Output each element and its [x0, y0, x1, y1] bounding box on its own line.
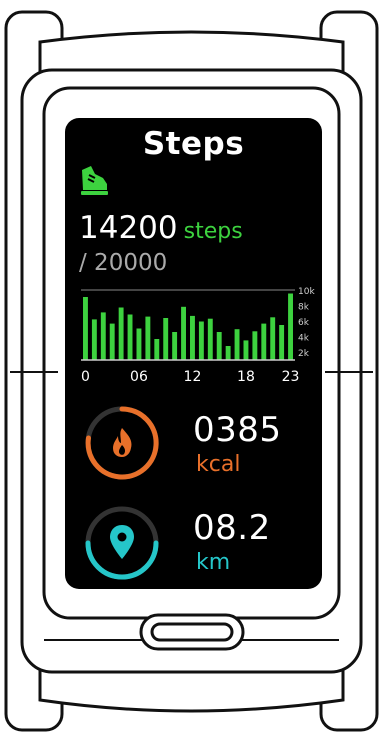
location-pin-icon	[110, 525, 134, 559]
chart-bar	[225, 346, 231, 360]
chart-bar	[127, 314, 133, 360]
chart-bar	[163, 318, 169, 360]
page-title: Steps	[142, 126, 245, 162]
distance-ring	[85, 506, 159, 580]
chart-bar	[252, 331, 258, 360]
chart-bar	[100, 312, 106, 360]
chart-bar	[181, 306, 186, 360]
calories-value: 0385	[193, 410, 282, 450]
distance-unit: km	[196, 550, 231, 575]
chart-bar	[198, 321, 204, 360]
flame-icon	[113, 428, 132, 457]
chart-xtick-label: 18	[237, 369, 255, 385]
distance-value: 08.2	[193, 508, 271, 548]
steps-unit: steps	[183, 219, 243, 244]
chart-ytick-label: 2k	[298, 349, 310, 359]
chart-bar	[216, 332, 222, 360]
chart-bar	[154, 339, 160, 360]
chart-bar	[136, 328, 142, 360]
chart-bar	[279, 325, 285, 360]
chart-bar	[270, 317, 276, 360]
chart-xtick-label: 06	[130, 369, 148, 385]
steps-count: 14200 steps	[79, 210, 243, 246]
chart-bar	[234, 329, 240, 360]
steps-goal: / 20000	[79, 250, 168, 276]
calories-unit: kcal	[196, 452, 241, 477]
chart-bar	[172, 332, 178, 360]
chart-xtick-label: 12	[184, 369, 202, 385]
home-button[interactable]	[138, 612, 246, 652]
chart-ytick-label: 6k	[298, 318, 310, 328]
chart-bar	[207, 318, 213, 360]
steps-value: 14200	[79, 210, 178, 246]
chart-bar	[145, 316, 151, 360]
watch-screen: Steps 14200 steps / 20000 10k 8k 6k 4k 2k 0 06 1…	[65, 118, 322, 589]
chart-ytick-label: 8k	[298, 303, 310, 313]
chart-xtick-label: 0	[81, 369, 90, 385]
shoe-icon	[81, 166, 108, 195]
chart-bar	[91, 319, 97, 360]
chart-bar	[109, 323, 115, 360]
chart-bar	[261, 323, 267, 360]
chart-xtick-label: 23	[282, 369, 300, 385]
chart-bar	[243, 340, 249, 360]
calories-ring	[85, 406, 159, 480]
chart-ytick-label: 10k	[298, 287, 315, 297]
chart-bar	[288, 293, 293, 360]
chart-ytick-label: 4k	[298, 334, 310, 344]
hourly-steps-chart: 10k 8k 6k 4k 2k 0 06 12 18 23	[81, 287, 315, 385]
chart-bar	[83, 297, 88, 360]
chart-bar	[190, 315, 195, 360]
chart-bar	[118, 307, 124, 360]
